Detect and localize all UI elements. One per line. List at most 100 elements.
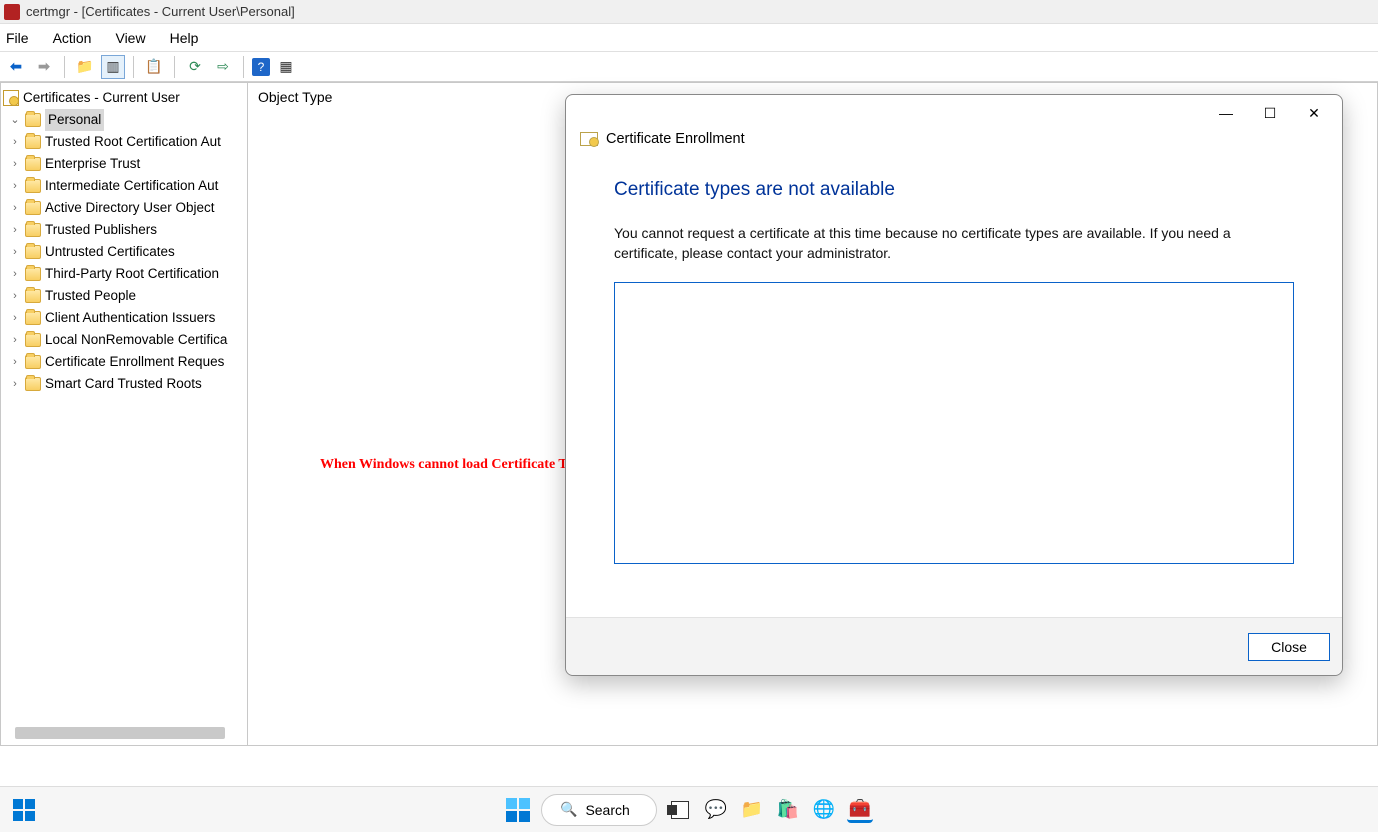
tree-item-untrusted[interactable]: › Untrusted Certificates <box>1 241 247 263</box>
tree-item-label: Trusted Publishers <box>45 219 157 241</box>
folder-icon <box>25 179 41 193</box>
microsoft-store-button[interactable]: 🛍️ <box>775 797 801 823</box>
widgets-button[interactable] <box>4 790 44 830</box>
folder-icon <box>25 289 41 303</box>
expander-icon[interactable]: › <box>9 241 21 263</box>
tree-item-client-auth-issuers[interactable]: › Client Authentication Issuers <box>1 307 247 329</box>
toolbar-separator <box>133 56 134 78</box>
certmgr-taskbar-button[interactable]: 🧰 <box>847 797 873 823</box>
dialog-title: Certificate types are not available <box>614 179 1294 201</box>
forward-button: ➡ <box>32 55 56 79</box>
expander-icon[interactable]: › <box>9 175 21 197</box>
up-one-level-button[interactable]: 📁 <box>73 55 97 79</box>
tree-root-certificates[interactable]: Certificates - Current User <box>1 87 247 109</box>
tree-item-label: Client Authentication Issuers <box>45 307 215 329</box>
taskbar-center: 🔍 Search 💬 📁 🛍️ 🌐 🧰 <box>505 794 873 826</box>
tree-item-label: Active Directory User Object <box>45 197 215 219</box>
tree-root-list: Certificates - Current User ⌄ Personal ›… <box>1 83 247 399</box>
certificates-root-icon <box>3 90 19 106</box>
tree-root-label: Certificates - Current User <box>23 87 180 109</box>
tree-item-label: Personal <box>45 109 104 131</box>
minimize-button[interactable]: — <box>1204 99 1248 127</box>
help-button[interactable]: ? <box>252 58 270 76</box>
menu-file[interactable]: File <box>6 30 29 46</box>
dialog-header-text: Certificate Enrollment <box>606 131 745 147</box>
dialog-body: Certificate types are not available You … <box>566 151 1342 617</box>
tree-pane: Certificates - Current User ⌄ Personal ›… <box>0 82 248 746</box>
dialog-message: You cannot request a certificate at this… <box>614 223 1294 264</box>
folder-icon <box>25 157 41 171</box>
certmgr-app-icon <box>4 4 20 20</box>
tree-item-trusted-publishers[interactable]: › Trusted Publishers <box>1 219 247 241</box>
window-titlebar: certmgr - [Certificates - Current User\P… <box>0 0 1378 24</box>
folder-icon <box>25 135 41 149</box>
tree-item-intermediate[interactable]: › Intermediate Certification Aut <box>1 175 247 197</box>
toolbar-separator <box>174 56 175 78</box>
tree-item-trusted-root[interactable]: › Trusted Root Certification Aut <box>1 131 247 153</box>
task-view-button[interactable] <box>667 797 693 823</box>
tree-item-label: Untrusted Certificates <box>45 241 175 263</box>
toolbar-separator <box>64 56 65 78</box>
tree-item-enterprise-trust[interactable]: › Enterprise Trust <box>1 153 247 175</box>
certificate-enrollment-icon <box>580 132 598 146</box>
tree-item-label: Smart Card Trusted Roots <box>45 373 202 395</box>
properties-button[interactable]: ▦ <box>274 55 298 79</box>
expander-icon[interactable]: › <box>9 351 21 373</box>
tree-item-label: Trusted People <box>45 285 136 307</box>
expander-icon[interactable]: › <box>9 153 21 175</box>
tree-item-label: Local NonRemovable Certifica <box>45 329 227 351</box>
tree-item-smart-card-roots[interactable]: › Smart Card Trusted Roots <box>1 373 247 395</box>
maximize-button[interactable]: ☐ <box>1248 99 1292 127</box>
close-window-button[interactable]: ✕ <box>1292 99 1336 127</box>
expander-icon[interactable]: › <box>9 285 21 307</box>
copy-button[interactable]: 📋 <box>142 55 166 79</box>
export-list-button[interactable]: ⇨ <box>211 55 235 79</box>
folder-icon <box>25 201 41 215</box>
tree-item-third-party-root[interactable]: › Third-Party Root Certification <box>1 263 247 285</box>
expander-icon[interactable]: ⌄ <box>9 109 21 131</box>
expander-icon[interactable]: › <box>9 373 21 395</box>
tree-item-trusted-people[interactable]: › Trusted People <box>1 285 247 307</box>
expander-icon[interactable]: › <box>9 197 21 219</box>
file-explorer-button[interactable]: 📁 <box>739 797 765 823</box>
search-icon: 🔍 <box>560 801 577 818</box>
chat-button[interactable]: 💬 <box>703 797 729 823</box>
refresh-button[interactable]: ⟳ <box>183 55 207 79</box>
edge-button[interactable]: 🌐 <box>811 797 837 823</box>
taskbar-search[interactable]: 🔍 Search <box>541 794 657 826</box>
tree-item-personal[interactable]: ⌄ Personal <box>1 109 247 131</box>
dialog-titlebar: — ☐ ✕ <box>566 95 1342 131</box>
expander-icon[interactable]: › <box>9 329 21 351</box>
folder-icon <box>25 355 41 369</box>
horizontal-scrollbar[interactable] <box>15 727 225 739</box>
expander-icon[interactable]: › <box>9 263 21 285</box>
tree-item-local-nonremovable[interactable]: › Local NonRemovable Certifica <box>1 329 247 351</box>
task-view-icon <box>671 801 689 819</box>
menu-help[interactable]: Help <box>170 30 199 46</box>
expander-icon[interactable]: › <box>9 307 21 329</box>
close-button[interactable]: Close <box>1248 633 1330 661</box>
window-title: certmgr - [Certificates - Current User\P… <box>26 4 295 19</box>
back-button[interactable]: ⬅ <box>4 55 28 79</box>
toolbar: ⬅ ➡ 📁 ▥ 📋 ⟳ ⇨ ? ▦ <box>0 52 1378 82</box>
menu-view[interactable]: View <box>115 30 145 46</box>
tree-item-ad-user-object[interactable]: › Active Directory User Object <box>1 197 247 219</box>
folder-icon <box>25 245 41 259</box>
folder-icon <box>25 333 41 347</box>
tree-item-label: Enterprise Trust <box>45 153 140 175</box>
show-hide-tree-button[interactable]: ▥ <box>101 55 125 79</box>
tree-item-label: Trusted Root Certification Aut <box>45 131 221 153</box>
tree-item-label: Third-Party Root Certification <box>45 263 219 285</box>
folder-icon <box>25 377 41 391</box>
start-button[interactable] <box>505 797 531 823</box>
tree-item-enrollment-requests[interactable]: › Certificate Enrollment Reques <box>1 351 247 373</box>
tree-item-label: Intermediate Certification Aut <box>45 175 218 197</box>
tree-item-label: Certificate Enrollment Reques <box>45 351 224 373</box>
dialog-footer: Close <box>566 617 1342 675</box>
expander-icon[interactable]: › <box>9 131 21 153</box>
folder-icon <box>25 267 41 281</box>
menu-action[interactable]: Action <box>53 30 92 46</box>
expander-icon[interactable]: › <box>9 219 21 241</box>
certificate-types-listbox[interactable] <box>614 282 1294 564</box>
folder-icon <box>25 223 41 237</box>
